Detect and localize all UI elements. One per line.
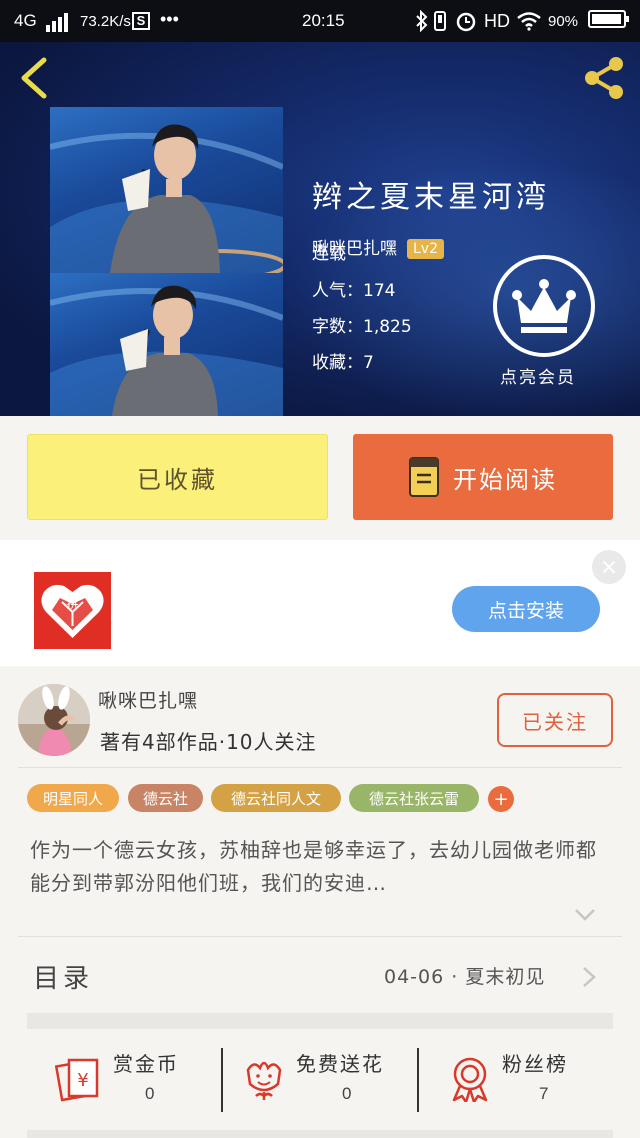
book-title: 辫之夏末星河湾 [312,180,550,215]
ribbon-medal-icon [452,1057,488,1102]
logo-text: 拼 [66,597,78,611]
tag-deyunshe-fanfic[interactable]: 德云社同人文 [211,784,341,812]
book-header: 辫之夏末星河湾 啾咪巴扎嘿 Lv2 连载 人气：174 字数：1,825 收藏：7… [0,42,640,416]
fan-ranking-label: 粉丝榜 [502,1052,568,1076]
svg-text:¥: ¥ [77,1070,88,1091]
fan-ranking-button[interactable]: 粉丝榜 7 [448,1044,608,1114]
avatar[interactable] [18,684,90,756]
tag-zhang-yunlei[interactable]: 德云社张云雷 [349,784,479,812]
latest-chapter[interactable]: 04-06 · 夏末初见 [384,962,545,989]
vibrate-icon [434,11,446,36]
crown-icon [512,279,576,333]
battery-percent: 90% [548,13,579,30]
pinduoduo-logo[interactable]: 拼 [34,572,111,649]
flower-icon [246,1061,282,1100]
word-count-value: 1,825 [363,317,412,337]
reward-coins-count: 0 [145,1084,155,1103]
book-icon [409,457,439,497]
author-profile-name[interactable]: 啾咪巴扎嘿 [98,686,198,713]
favorites-label: 收藏： [312,353,363,373]
popularity-label: 人气： [312,281,363,301]
vertical-divider [221,1048,223,1112]
reward-coins-label: 赏金币 [113,1052,179,1076]
action-bar: 已收藏 开始阅读 [0,416,640,540]
expand-chevron-down-icon[interactable] [574,908,596,922]
level-badge: Lv2 [407,239,444,259]
section-separator [27,1013,613,1029]
s-app-icon: S [132,12,150,30]
start-reading-button[interactable]: 开始阅读 [353,434,613,520]
cover-photo-bottom [50,273,283,416]
start-reading-label: 开始阅读 [453,465,557,494]
wifi-icon [516,11,542,36]
vip-label[interactable]: 点亮会员 [500,363,576,388]
battery-icon [584,10,629,30]
word-count-stat: 字数：1,825 [312,312,412,337]
clock: 20:15 [302,11,345,30]
favorites-value: 7 [363,353,374,373]
send-flowers-label: 免费送花 [296,1052,384,1076]
reward-coins-button[interactable]: ¥ 赏金币 0 [55,1044,205,1114]
back-arrow-icon [21,57,47,99]
serial-status: 连载 [312,244,346,264]
install-button[interactable]: 点击安装 [452,586,600,632]
author-section: 啾咪巴扎嘿 著有4部作品·10人关注 已关注 明星同人 德云社 德云社同人文 德… [0,666,640,1138]
word-count-label: 字数： [312,317,363,337]
bluetooth-icon [414,9,430,37]
collected-button[interactable]: 已收藏 [27,434,328,520]
signal-icon [46,13,70,37]
divider [18,767,622,768]
book-cover [50,107,283,416]
tag-star-fanfic[interactable]: 明星同人 [27,784,119,812]
toc-row[interactable]: 目录 04-06 · 夏末初见 [0,936,640,1012]
network-speed: 73.2K/s [80,13,131,30]
hd-indicator: HD [484,11,510,31]
flowers-count: 0 [342,1084,352,1103]
coin-reward-icon: ¥ [55,1058,99,1102]
interaction-bar: ¥ 赏金币 0 免费送花 0 粉丝榜 7 [0,1036,640,1126]
alarm-icon [455,10,477,37]
network-type: 4G [14,11,37,30]
author-stats: 著有4部作品·10人关注 [100,730,317,754]
chevron-right-icon [583,967,596,987]
tag-deyunshe[interactable]: 德云社 [128,784,203,812]
vip-button[interactable] [493,255,595,357]
popularity-stat: 人气：174 [312,276,395,301]
popularity-value: 174 [363,281,396,301]
fan-count: 7 [539,1084,549,1103]
toc-label: 目录 [33,964,94,994]
synopsis: 作为一个德云女孩，苏柚辞也是够幸运了，去幼儿园做老师都能分到带郭汾阳他们班，我们… [30,838,597,895]
ad-banner: 拼 点击安装 × [0,540,640,666]
favorites-stat: 收藏：7 [312,348,374,373]
follow-button[interactable]: 已关注 [497,693,613,747]
vertical-divider [417,1048,419,1112]
cover-photo-top [50,107,283,273]
more-dots: ••• [160,9,179,29]
close-ad-button[interactable]: × [592,550,626,584]
more-tags-button[interactable]: + [488,786,514,812]
share-icon [585,57,623,99]
back-button[interactable] [16,56,52,100]
share-button[interactable] [580,54,628,102]
bottom-separator [27,1130,613,1138]
send-flowers-button[interactable]: 免费送花 0 [240,1044,410,1114]
status-bar: 4G 73.2K/s S ••• 20:15 HD 90% [0,0,640,42]
